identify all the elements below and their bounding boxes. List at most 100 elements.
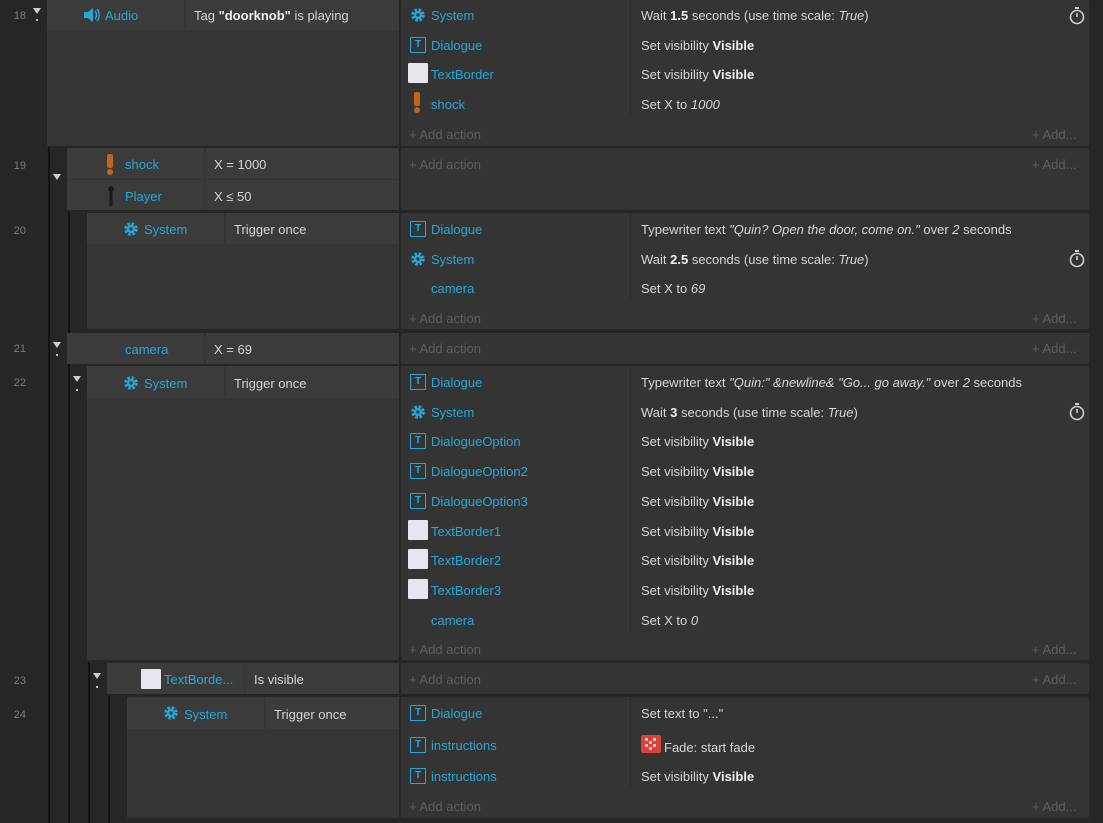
condition-text-cell[interactable]: Trigger once: [226, 213, 399, 244]
condition-object-cell[interactable]: Player: [67, 180, 204, 210]
add-more-link[interactable]: + Add...: [1032, 341, 1076, 356]
stopwatch-icon: [1069, 7, 1085, 25]
collapse-toggle-icon[interactable]: [33, 8, 41, 14]
action-text[interactable]: Set visibility Visible: [641, 769, 754, 784]
player-sprite-icon: [108, 186, 114, 206]
event-23-actions[interactable]: [401, 663, 1089, 694]
column-divider: [630, 366, 631, 632]
event-22-conditions[interactable]: [87, 366, 399, 660]
event-24-actions[interactable]: [401, 697, 1089, 818]
action-object-name[interactable]: TextBorder3: [431, 583, 501, 598]
add-action-link[interactable]: + Add action: [409, 672, 481, 687]
add-more-link[interactable]: + Add...: [1032, 642, 1076, 657]
row-number: 18: [13, 10, 26, 22]
condition-object-name[interactable]: System: [184, 707, 227, 722]
condition-text-cell[interactable]: Trigger once: [266, 697, 399, 729]
action-text[interactable]: Set visibility Visible: [641, 38, 754, 53]
action-text[interactable]: Set visibility Visible: [641, 553, 754, 568]
action-object-name[interactable]: TextBorder2: [431, 553, 501, 568]
gear-icon: [124, 222, 138, 236]
add-more-link[interactable]: + Add...: [1032, 311, 1076, 326]
action-object-name[interactable]: instructions: [431, 769, 497, 784]
action-text[interactable]: Set X to 0: [641, 613, 698, 628]
condition-object-name[interactable]: System: [144, 222, 187, 237]
collapse-toggle-icon[interactable]: [73, 376, 81, 382]
condition-object-cell[interactable]: System: [87, 366, 224, 398]
collapse-toggle-icon[interactable]: [53, 174, 61, 180]
event-21-actions[interactable]: [401, 333, 1089, 364]
action-text[interactable]: Wait 3 seconds (use time scale: True): [641, 405, 858, 420]
action-text[interactable]: Set visibility Visible: [641, 494, 754, 509]
event-19-actions[interactable]: [401, 148, 1089, 210]
shock-sprite-icon: [414, 92, 420, 113]
condition-object-name[interactable]: shock: [125, 157, 159, 172]
text-object-icon: T: [410, 737, 426, 753]
collapse-toggle-icon[interactable]: [93, 673, 101, 679]
action-object-name[interactable]: DialogueOption2: [431, 464, 528, 479]
action-text[interactable]: Set visibility Visible: [641, 524, 754, 539]
action-object-name[interactable]: System: [431, 252, 474, 267]
action-object-name[interactable]: camera: [431, 613, 474, 628]
action-text[interactable]: Set visibility Visible: [641, 464, 754, 479]
sprite-icon: [408, 63, 428, 83]
condition-text-cell[interactable]: Is visible: [246, 663, 399, 694]
action-object-name[interactable]: DialogueOption: [431, 434, 521, 449]
condition-object-cell[interactable]: Audio: [47, 0, 184, 30]
action-object-name[interactable]: System: [431, 8, 474, 23]
add-more-link[interactable]: + Add...: [1032, 157, 1076, 172]
action-object-name[interactable]: Dialogue: [431, 38, 482, 53]
gear-icon: [411, 252, 425, 266]
action-text[interactable]: Set X to 69: [641, 281, 705, 296]
condition-object-name[interactable]: TextBorde...: [164, 672, 233, 687]
add-more-link[interactable]: + Add...: [1032, 799, 1076, 814]
action-object-name[interactable]: System: [431, 405, 474, 420]
action-text[interactable]: Typewriter text "Quin:" &newline& "Go...…: [641, 375, 1022, 390]
row-number: 21: [13, 343, 26, 355]
row-number: 22: [13, 377, 26, 389]
text-object-icon: T: [410, 768, 426, 784]
add-action-link[interactable]: + Add action: [409, 642, 481, 657]
action-object-name[interactable]: TextBorder: [431, 67, 494, 82]
action-text[interactable]: Set text to "...": [641, 706, 723, 721]
condition-object-name[interactable]: Audio: [105, 8, 138, 23]
condition-object-name[interactable]: System: [144, 376, 187, 391]
condition-object-cell[interactable]: shock: [67, 148, 204, 179]
condition-text-cell[interactable]: X = 69: [206, 333, 399, 364]
condition-object-cell[interactable]: System: [87, 213, 224, 244]
add-more-link[interactable]: + Add...: [1032, 672, 1076, 687]
action-object-name[interactable]: Dialogue: [431, 706, 482, 721]
action-object-name[interactable]: instructions: [431, 738, 497, 753]
add-action-link[interactable]: + Add action: [409, 341, 481, 356]
add-action-link[interactable]: + Add action: [409, 799, 481, 814]
action-text[interactable]: Fade: start fade: [664, 740, 755, 755]
add-action-link[interactable]: + Add action: [409, 311, 481, 326]
condition-object-cell[interactable]: System: [127, 697, 264, 729]
action-object-name[interactable]: camera: [431, 281, 474, 296]
action-object-name[interactable]: DialogueOption3: [431, 494, 528, 509]
action-object-name[interactable]: shock: [431, 97, 465, 112]
condition-text-cell[interactable]: Tag "doorknob" is playing: [186, 0, 399, 30]
add-action-link[interactable]: + Add action: [409, 157, 481, 172]
condition-object-cell[interactable]: camera: [67, 333, 204, 364]
condition-text-cell[interactable]: Trigger once: [226, 366, 399, 398]
action-text[interactable]: Set visibility Visible: [641, 67, 754, 82]
collapse-toggle-icon[interactable]: [53, 342, 61, 348]
action-text[interactable]: Set X to 1000: [641, 97, 720, 112]
condition-text-cell[interactable]: X = 1000: [206, 148, 399, 179]
action-text[interactable]: Wait 1.5 seconds (use time scale: True): [641, 8, 869, 23]
add-action-link[interactable]: + Add action: [409, 127, 481, 142]
collapse-dot: [36, 19, 38, 21]
action-text[interactable]: Typewriter text "Quin? Open the door, co…: [641, 222, 1012, 237]
action-text[interactable]: Wait 2.5 seconds (use time scale: True): [641, 252, 869, 267]
action-object-name[interactable]: TextBorder1: [431, 524, 501, 539]
action-text[interactable]: Set visibility Visible: [641, 583, 754, 598]
action-object-name[interactable]: Dialogue: [431, 375, 482, 390]
action-object-name[interactable]: Dialogue: [431, 222, 482, 237]
action-text[interactable]: Set visibility Visible: [641, 434, 754, 449]
condition-text-cell[interactable]: X ≤ 50: [206, 180, 399, 210]
condition-text: Is visible: [254, 672, 304, 687]
add-more-link[interactable]: + Add...: [1032, 127, 1076, 142]
condition-object-name[interactable]: camera: [125, 342, 168, 357]
condition-object-cell[interactable]: TextBorde...: [107, 663, 244, 694]
condition-object-name[interactable]: Player: [125, 189, 162, 204]
